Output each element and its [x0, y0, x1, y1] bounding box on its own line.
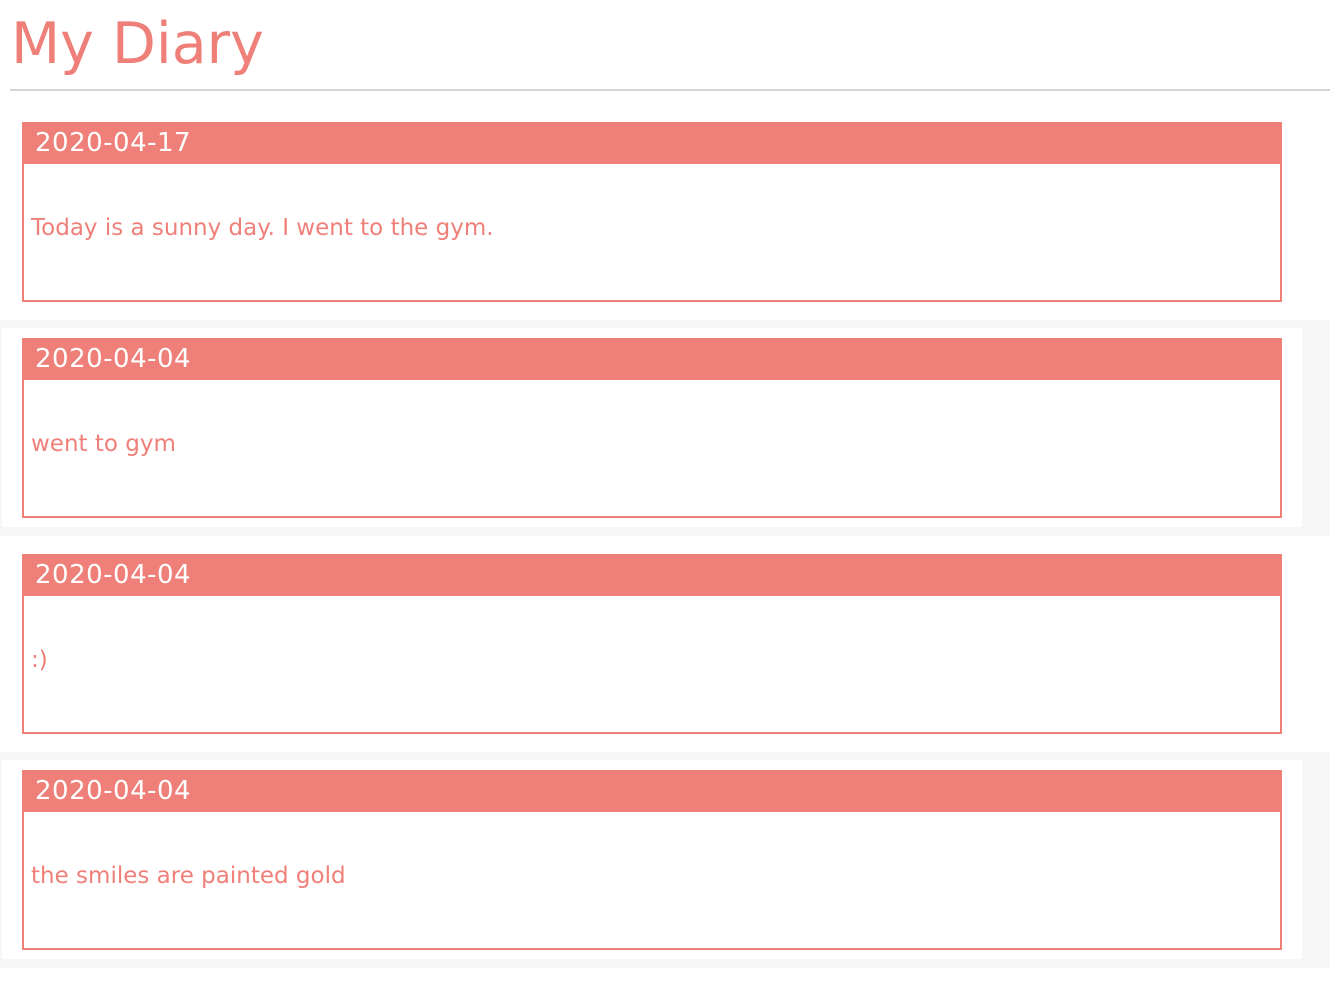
diary-page: My Diary 2020-04-17 Today is a sunny day…: [0, 0, 1330, 994]
entry-list: 2020-04-17 Today is a sunny day. I went …: [0, 104, 1330, 968]
entry-row: 2020-04-17 Today is a sunny day. I went …: [0, 104, 1330, 320]
entry-text: :): [31, 647, 48, 673]
entry-text: Today is a sunny day. I went to the gym.: [31, 215, 494, 241]
entry-row: 2020-04-04 :): [0, 536, 1330, 752]
entry-date: 2020-04-17: [24, 124, 1280, 164]
page-title: My Diary: [11, 11, 264, 77]
entry-row: 2020-04-04 went to gym: [0, 320, 1330, 536]
entry-date: 2020-04-04: [24, 772, 1280, 812]
entry-text: the smiles are painted gold: [31, 863, 346, 889]
diary-entry[interactable]: 2020-04-04 :): [22, 554, 1282, 734]
page-header: My Diary: [10, 0, 1330, 91]
entry-date: 2020-04-04: [24, 556, 1280, 596]
diary-entry[interactable]: 2020-04-17 Today is a sunny day. I went …: [22, 122, 1282, 302]
entry-text: went to gym: [31, 431, 176, 457]
diary-entry[interactable]: 2020-04-04 went to gym: [22, 338, 1282, 518]
diary-entry[interactable]: 2020-04-04 the smiles are painted gold: [22, 770, 1282, 950]
entry-date: 2020-04-04: [24, 340, 1280, 380]
entry-row: 2020-04-04 the smiles are painted gold: [0, 752, 1330, 968]
